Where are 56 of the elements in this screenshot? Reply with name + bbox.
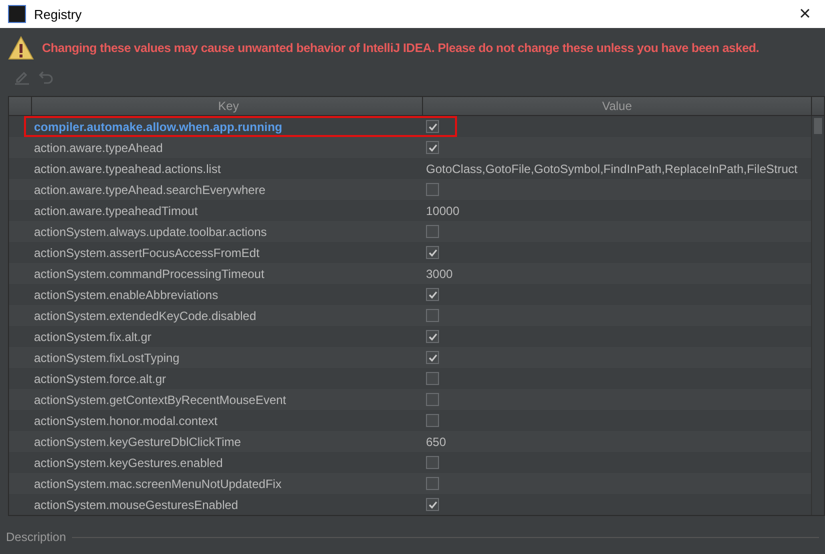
key-cell-text: action.aware.typeAhead (33, 140, 164, 154)
description-label: Description (6, 530, 66, 544)
warning-icon (8, 36, 34, 60)
warning-message: Changing these values may cause unwanted behavior of IntelliJ IDEA. Please do not change these unless you have been asked. (42, 41, 760, 55)
checkbox[interactable] (426, 309, 439, 322)
table-row[interactable]: actionSystem.always.update.toolbar.actions (9, 221, 811, 242)
table-row[interactable]: actionSystem.getContextByRecentMouseEvent (9, 389, 811, 410)
key-cell-text: actionSystem.commandProcessingTimeout (33, 266, 266, 280)
checkbox[interactable] (426, 498, 439, 511)
key-cell-text: action.aware.typeahead.actions.list (33, 162, 222, 176)
key-cell-text: actionSystem.fix.alt.gr (33, 330, 152, 344)
table-row[interactable]: actionSystem.extendedKeyCode.disabled (9, 305, 811, 326)
checkbox[interactable] (426, 477, 439, 490)
key-cell-text: actionSystem.mac.screenMenuNotUpdatedFix (33, 476, 282, 490)
key-cell-text: actionSystem.fixLostTyping (33, 350, 180, 364)
table-row[interactable]: actionSystem.keyGestureDblClickTime 650 (9, 431, 811, 452)
checkbox[interactable] (426, 183, 439, 196)
table-row[interactable]: action.aware.typeAhead (9, 137, 811, 158)
key-cell-text: compiler.automake.allow.when.app.running (33, 120, 284, 134)
checkbox[interactable] (426, 246, 439, 259)
window-title: Registry (34, 6, 82, 22)
key-cell-text: actionSystem.assertFocusAccessFromEdt (33, 246, 260, 260)
key-cell-text: action.aware.typeaheadTimout (33, 204, 199, 218)
key-cell-text: actionSystem.extendedKeyCode.disabled (33, 308, 258, 322)
column-header[interactable]: Key (32, 97, 423, 115)
value-cell: 3000 (426, 266, 453, 280)
checkbox[interactable] (426, 141, 439, 154)
table-row[interactable]: actionSystem.mac.screenMenuNotUpdatedFix (9, 473, 811, 494)
key-cell-text: actionSystem.keyGestureDblClickTime (33, 434, 242, 448)
checkbox[interactable] (426, 351, 439, 364)
column-header[interactable]: Value (423, 97, 811, 115)
key-cell-text: actionSystem.getContextByRecentMouseEvent (33, 392, 288, 406)
checkbox[interactable] (426, 393, 439, 406)
key-cell-text: actionSystem.mouseGesturesEnabled (33, 498, 240, 512)
checkbox[interactable] (426, 225, 439, 238)
key-cell-text: action.aware.typeAhead.searchEverywhere (33, 182, 266, 196)
table-row[interactable]: actionSystem.commandProcessingTimeout 3000 (9, 263, 811, 284)
checkbox[interactable] (426, 372, 439, 385)
close-button[interactable]: × (785, 0, 825, 28)
key-cell-text: actionSystem.honor.modal.context (33, 414, 218, 428)
checkbox[interactable] (426, 330, 439, 343)
checkbox[interactable] (426, 414, 439, 427)
key-cell-text: actionSystem.keyGestures.enabled (33, 456, 224, 470)
checkbox[interactable] (426, 288, 439, 301)
checkbox[interactable] (426, 120, 439, 133)
scrollbar[interactable] (811, 116, 824, 515)
key-cell-text: actionSystem.enableAbbreviations (33, 288, 220, 302)
key-cell-text: actionSystem.force.alt.gr (33, 372, 168, 386)
checkbox[interactable] (426, 456, 439, 469)
key-cell-text: actionSystem.always.update.toolbar.actions (33, 224, 268, 238)
value-cell: 650 (426, 434, 446, 448)
table-row[interactable]: actionSystem.fixLostTyping (9, 347, 811, 368)
table-row[interactable]: action.aware.typeAhead.searchEverywhere (9, 179, 811, 200)
app-logo-icon (8, 5, 26, 23)
value-cell: GotoClass,GotoFile,GotoSymbol,FindInPath,ReplaceInPath,FileStruct (426, 162, 798, 176)
value-cell: 10000 (426, 204, 460, 218)
